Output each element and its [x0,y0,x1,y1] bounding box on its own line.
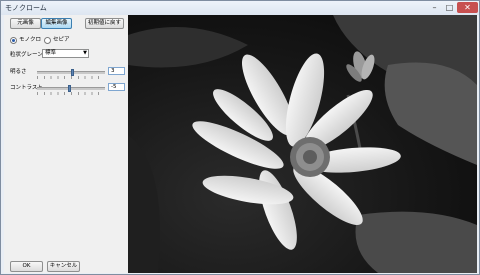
leaf-bottom-right [355,211,477,273]
contrast-slider[interactable] [37,85,105,92]
brightness-slider[interactable] [37,69,105,76]
edited-image-button[interactable]: 編集画像 [41,18,72,29]
close-button[interactable]: ✕ [457,2,478,13]
grain-select-value: 標準 [45,50,57,56]
grain-label: 粒状グレーン [10,52,43,58]
ok-button[interactable]: OK [10,261,43,272]
brightness-input[interactable]: 3 [108,67,125,75]
brightness-ticks [37,76,105,79]
brightness-label: 明るさ [10,69,27,75]
contrast-slider-thumb[interactable] [68,85,71,92]
radio-mono-label: モノクロ [19,37,42,43]
radio-sepia-indicator[interactable] [44,37,51,44]
client-area: 元画像 編集画像 初期値に戻す モノクロ セピア 粒状グレーン 標準 ▼ 明るさ… [4,15,477,273]
grain-select[interactable]: 標準 ▼ [42,49,89,58]
close-icon: ✕ [464,3,471,12]
contrast-ticks [37,92,105,95]
radio-sepia-label: セピア [53,37,70,43]
contrast-input[interactable]: -5 [108,83,125,91]
brightness-slider-thumb[interactable] [71,69,74,76]
radio-mono-indicator[interactable] [10,37,17,44]
maximize-icon: □ [445,3,454,12]
title-bar[interactable]: モノクローム – □ ✕ [1,1,479,15]
flower-photo [128,15,477,273]
preview-image [128,15,477,273]
chevron-down-icon: ▼ [83,50,87,56]
minimize-icon: – [432,3,437,12]
reset-button[interactable]: 初期値に戻す [85,18,124,29]
dialog-window: モノクローム – □ ✕ 元画像 編集画像 初期値に戻す モノクロ セピア 粒状… [0,0,480,275]
cancel-button[interactable]: キャンセル [47,261,80,272]
minimize-button[interactable]: – [427,2,442,13]
maximize-button[interactable]: □ [442,2,457,13]
original-image-button[interactable]: 元画像 [10,18,41,29]
window-title: モノクローム [5,4,47,12]
